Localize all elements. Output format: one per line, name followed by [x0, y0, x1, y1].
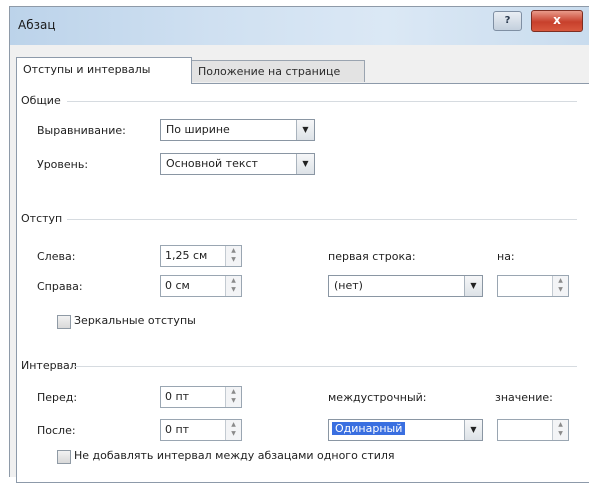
chevron-down-icon[interactable]: ▼	[296, 154, 314, 174]
indent-right-label: Справа:	[37, 280, 83, 293]
spin-arrows-icon[interactable]: ▲ ▼	[225, 420, 241, 440]
spin-arrows-icon[interactable]: ▲ ▼	[552, 276, 568, 296]
spacing-before-value: 0 пт	[165, 390, 190, 403]
chevron-down-icon[interactable]: ▼	[296, 120, 314, 140]
level-value: Основной текст	[166, 157, 258, 170]
alignment-label: Выравнивание:	[37, 124, 126, 137]
level-label: Уровень:	[37, 158, 89, 171]
tab-panel: Общие Выравнивание: По ширине ▼ Уровень:…	[16, 83, 589, 483]
mirror-indents-checkbox[interactable]	[57, 315, 71, 329]
spacing-after-label: После:	[37, 424, 76, 437]
line-spacing-value: Одинарный	[332, 422, 406, 435]
first-line-value: (нет)	[334, 279, 363, 292]
general-heading: Общие	[21, 94, 61, 107]
indent-right-value: 0 см	[165, 279, 190, 292]
spacing-after-value: 0 пт	[165, 423, 190, 436]
indent-right-spinner[interactable]: 0 см ▲ ▼	[160, 275, 242, 297]
indent-left-value: 1,25 см	[165, 249, 208, 262]
indent-divider	[67, 219, 577, 220]
spacing-value-label: значение:	[495, 391, 553, 404]
spacing-after-spinner[interactable]: 0 пт ▲ ▼	[160, 419, 242, 441]
no-space-same-style-label: Не добавлять интервал между абзацами одн…	[74, 449, 395, 462]
no-space-same-style-checkbox[interactable]	[57, 450, 71, 464]
indent-by-label: на:	[497, 250, 515, 263]
spin-arrows-icon[interactable]: ▲ ▼	[225, 246, 241, 266]
spacing-before-spinner[interactable]: 0 пт ▲ ▼	[160, 386, 242, 408]
alignment-select[interactable]: По ширине ▼	[160, 119, 315, 141]
line-spacing-select[interactable]: Одинарный ▼	[328, 419, 483, 441]
title-bar: Абзац ? x	[10, 7, 589, 45]
dialog-title: Абзац	[18, 18, 56, 32]
close-button[interactable]: x	[531, 10, 583, 32]
level-select[interactable]: Основной текст ▼	[160, 153, 315, 175]
spin-arrows-icon[interactable]: ▲ ▼	[225, 387, 241, 407]
mirror-indents-label: Зеркальные отступы	[74, 314, 196, 327]
spin-arrows-icon[interactable]: ▲ ▼	[552, 420, 568, 440]
indent-by-spinner[interactable]: ▲ ▼	[497, 275, 569, 297]
spacing-divider	[75, 366, 577, 367]
first-line-label: первая строка:	[328, 250, 416, 263]
tab-line-page-breaks[interactable]: Положение на странице	[192, 60, 365, 82]
indent-left-label: Слева:	[37, 250, 76, 263]
tab-indents-spacing[interactable]: Отступы и интервалы	[16, 57, 192, 84]
alignment-value: По ширине	[166, 123, 230, 136]
indent-left-spinner[interactable]: 1,25 см ▲ ▼	[160, 245, 242, 267]
chevron-down-icon[interactable]: ▼	[464, 420, 482, 440]
help-button[interactable]: ?	[493, 11, 522, 31]
line-spacing-label: междустрочный:	[328, 391, 427, 404]
spacing-heading: Интервал	[21, 359, 77, 372]
general-divider	[67, 101, 577, 102]
spacing-value-spinner[interactable]: ▲ ▼	[497, 419, 569, 441]
first-line-select[interactable]: (нет) ▼	[328, 275, 483, 297]
indent-heading: Отступ	[21, 212, 63, 225]
chevron-down-icon[interactable]: ▼	[464, 276, 482, 296]
spacing-before-label: Перед:	[37, 391, 78, 404]
spin-arrows-icon[interactable]: ▲ ▼	[225, 276, 241, 296]
